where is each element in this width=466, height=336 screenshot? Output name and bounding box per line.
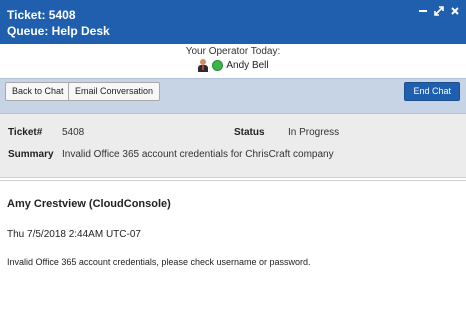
- ticket-info-panel: Ticket# 5408 Status In Progress Summary …: [0, 114, 466, 178]
- summary-label: Summary: [8, 149, 54, 160]
- message-sender: Amy Crestview (CloudConsole): [7, 198, 171, 210]
- minimize-icon[interactable]: [418, 6, 428, 16]
- operator-name: Andy Bell: [226, 60, 269, 71]
- chat-message: Amy Crestview (CloudConsole) Thu 7/5/201…: [0, 180, 466, 336]
- queue-title: Queue: Help Desk: [7, 24, 110, 38]
- ticket-number-label: Ticket#: [8, 127, 43, 138]
- expand-icon[interactable]: [434, 6, 444, 16]
- operator-caption: Your Operator Today:: [185, 46, 281, 57]
- operator-info: Andy Bell: [0, 59, 466, 72]
- ticket-header: Ticket: 5408 Queue: Help Desk: [0, 0, 466, 44]
- online-status-icon: [212, 60, 224, 71]
- window-controls: [418, 6, 460, 16]
- message-body: Invalid Office 365 account credentials, …: [7, 257, 311, 267]
- status-value: In Progress: [288, 127, 340, 138]
- status-label: Status: [234, 127, 265, 138]
- chat-toolbar: Back to Chat Email Conversation End Chat: [0, 78, 466, 114]
- operator-panel: Your Operator Today: Andy Bell: [0, 44, 466, 78]
- summary-value: Invalid Office 365 account credentials f…: [62, 149, 334, 160]
- close-icon[interactable]: [450, 6, 460, 16]
- ticket-title: Ticket: 5408: [7, 8, 76, 22]
- operator-avatar: [197, 59, 209, 72]
- end-chat-button[interactable]: End Chat: [404, 82, 460, 101]
- message-timestamp: Thu 7/5/2018 2:44AM UTC-07: [7, 229, 141, 240]
- email-conversation-button[interactable]: Email Conversation: [68, 82, 161, 101]
- back-to-chat-button[interactable]: Back to Chat: [5, 82, 71, 101]
- ticket-number-value: 5408: [62, 127, 85, 138]
